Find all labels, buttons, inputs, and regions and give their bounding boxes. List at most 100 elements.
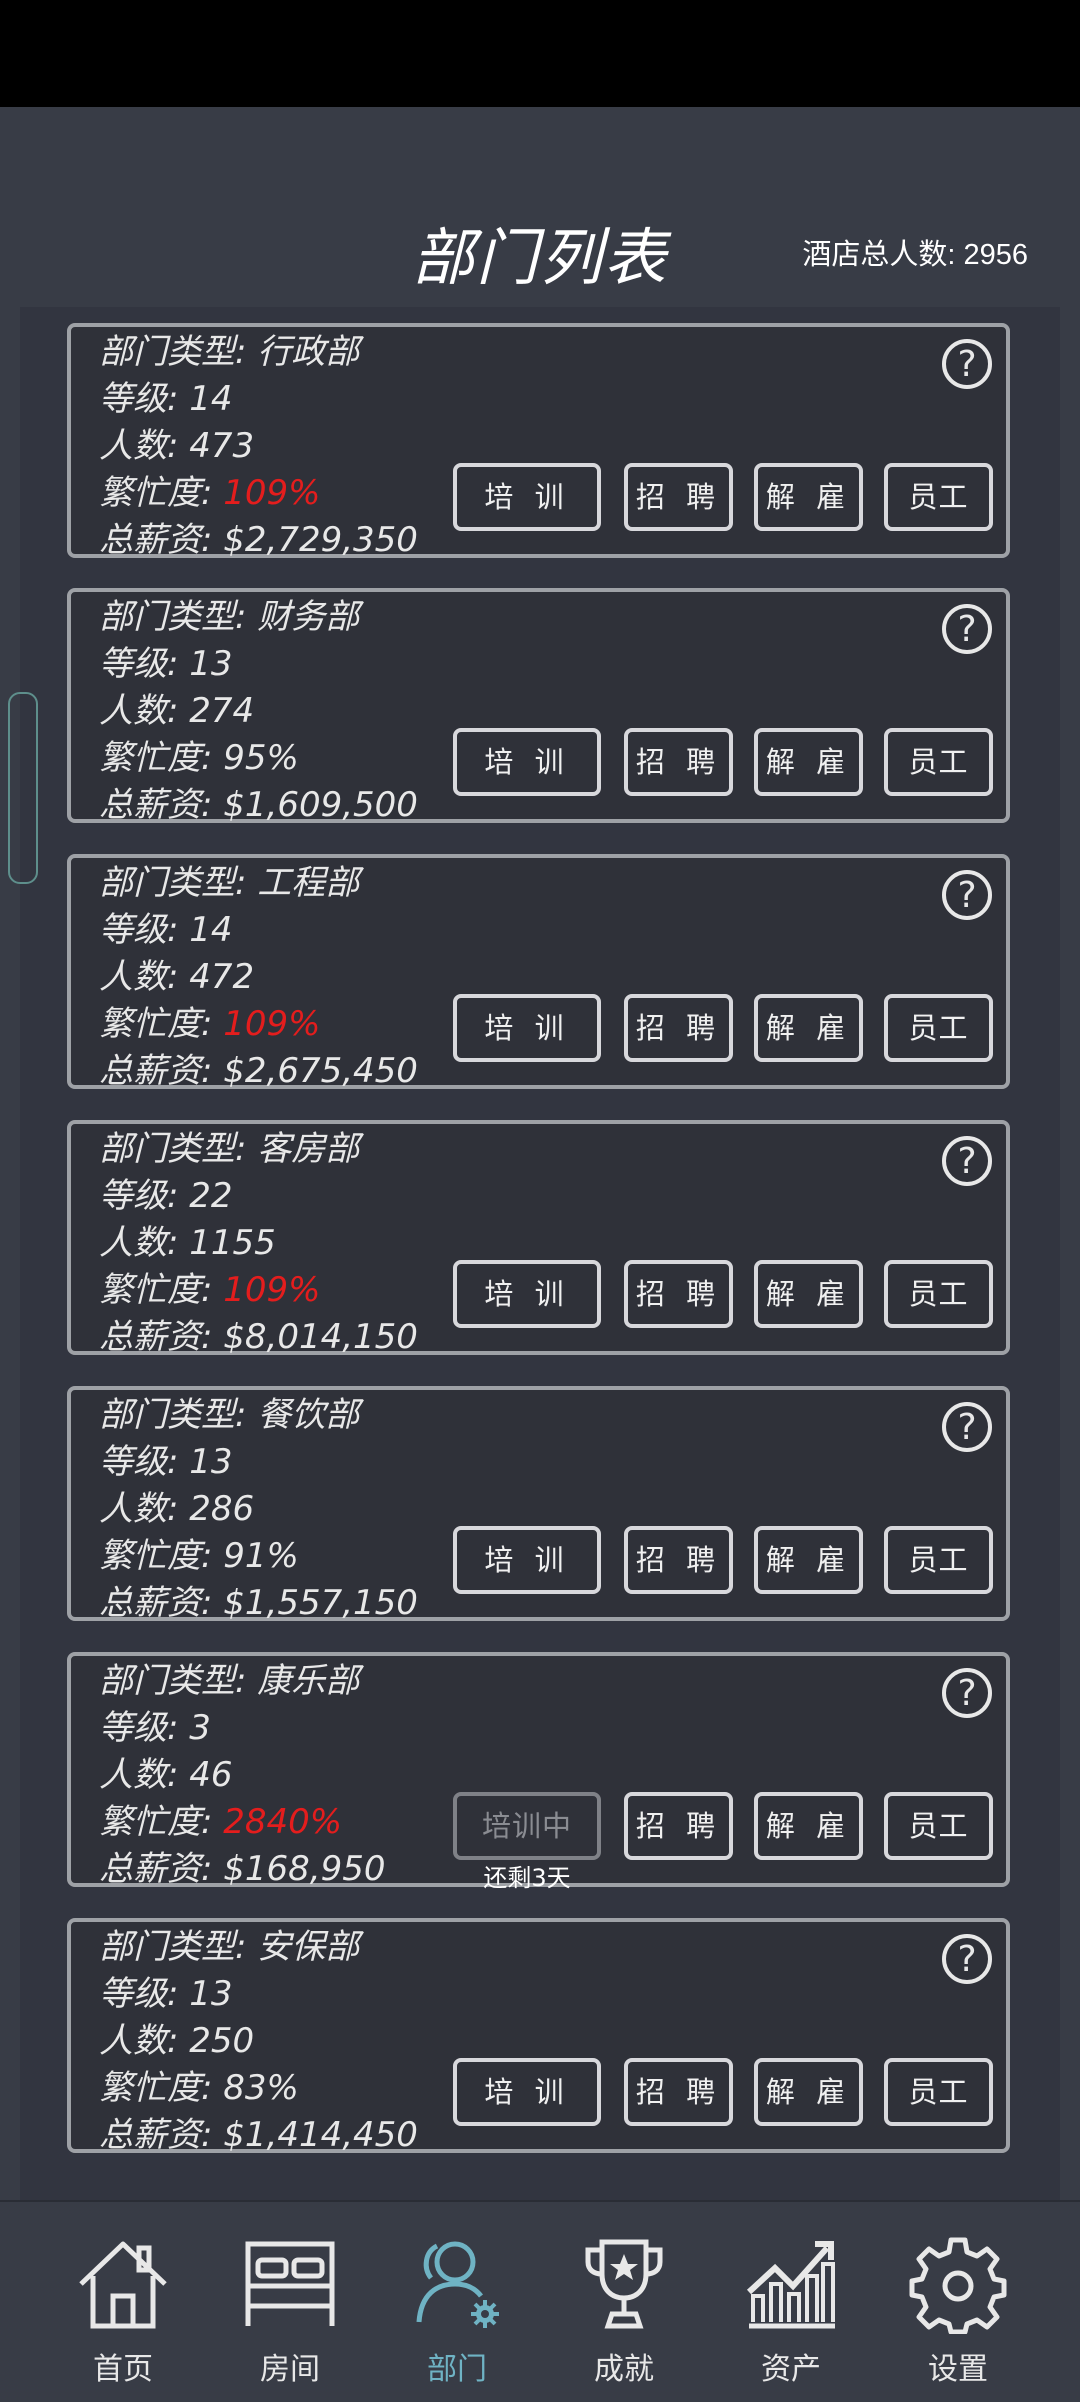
hire-button[interactable]: 招 聘: [624, 994, 733, 1062]
fire-button[interactable]: 解 雇: [754, 728, 863, 796]
department-info: 部门类型: 餐饮部 等级: 13 人数: 286 繁忙度: 91% 总薪资: $…: [99, 1392, 418, 1627]
staff-button[interactable]: 员工: [884, 1792, 993, 1860]
train-button[interactable]: 培 训: [453, 1526, 601, 1594]
busyness-label: 繁忙度:: [99, 1270, 224, 1310]
train-button[interactable]: 培 训: [453, 2058, 601, 2126]
department-busyness: 繁忙度: 95%: [99, 735, 418, 782]
fire-button[interactable]: 解 雇: [754, 463, 863, 531]
hire-button[interactable]: 招 聘: [624, 1792, 733, 1860]
tab-label: 成就: [594, 2352, 654, 2387]
tab-bar: 首页 房间 部门 成就 资产 设置: [0, 2200, 1080, 2402]
busyness-value: 83%: [223, 2068, 299, 2108]
busyness-label: 繁忙度:: [99, 738, 224, 778]
department-level: 等级: 3: [99, 1708, 211, 1748]
hotel-total-staff: 酒店总人数: 2956: [802, 239, 1028, 271]
tab-departments[interactable]: 部门: [374, 2202, 540, 2402]
tab-home[interactable]: 首页: [40, 2202, 206, 2402]
train-button[interactable]: 培 训: [453, 728, 601, 796]
train-button[interactable]: 培 训: [453, 1260, 601, 1328]
department-salary: 总薪资: $1,557,150: [99, 1583, 418, 1623]
tab-label: 部门: [427, 2352, 487, 2387]
help-icon[interactable]: ?: [942, 339, 992, 389]
staff-button[interactable]: 员工: [884, 994, 993, 1062]
hire-button[interactable]: 招 聘: [624, 2058, 733, 2126]
department-level: 等级: 14: [99, 910, 233, 950]
hire-button[interactable]: 招 聘: [624, 1260, 733, 1328]
department-type: 部门类型: 财务部: [99, 597, 360, 637]
staff-button[interactable]: 员工: [884, 463, 993, 531]
department-type: 部门类型: 工程部: [99, 863, 360, 903]
help-icon[interactable]: ?: [942, 604, 992, 654]
chart-icon: [746, 2241, 835, 2329]
department-info: 部门类型: 行政部 等级: 14 人数: 473 繁忙度: 109% 总薪资: …: [99, 329, 418, 564]
home-icon: [79, 2241, 167, 2329]
department-headcount: 人数: 1155: [99, 1223, 276, 1263]
hire-button[interactable]: 招 聘: [624, 1526, 733, 1594]
department-salary: 总薪资: $2,675,450: [99, 1051, 418, 1091]
department-info: 部门类型: 安保部 等级: 13 人数: 250 繁忙度: 83% 总薪资: $…: [99, 1924, 418, 2159]
tab-label: 房间: [260, 2352, 320, 2387]
tab-label: 设置: [928, 2352, 988, 2387]
department-info: 部门类型: 工程部 等级: 14 人数: 472 繁忙度: 109% 总薪资: …: [99, 860, 418, 1095]
help-icon[interactable]: ?: [942, 1402, 992, 1452]
department-busyness: 繁忙度: 91%: [99, 1533, 418, 1580]
department-busyness: 繁忙度: 83%: [99, 2065, 418, 2112]
department-info: 部门类型: 财务部 等级: 13 人数: 274 繁忙度: 95% 总薪资: $…: [99, 594, 418, 829]
fire-button[interactable]: 解 雇: [754, 2058, 863, 2126]
department-headcount: 人数: 286: [99, 1489, 255, 1529]
trophy-icon: [585, 2239, 663, 2329]
department-headcount: 人数: 473: [99, 426, 255, 466]
staff-button[interactable]: 员工: [884, 2058, 993, 2126]
busyness-value: 91%: [223, 1536, 299, 1576]
busyness-label: 繁忙度:: [99, 1536, 224, 1576]
fire-button[interactable]: 解 雇: [754, 1792, 863, 1860]
department-headcount: 人数: 46: [99, 1755, 233, 1795]
department-info: 部门类型: 客房部 等级: 22 人数: 1155 繁忙度: 109% 总薪资:…: [99, 1126, 418, 1361]
busyness-value: 2840%: [223, 1802, 343, 1842]
busyness-label: 繁忙度:: [99, 2068, 224, 2108]
fire-button[interactable]: 解 雇: [754, 1526, 863, 1594]
department-type: 部门类型: 康乐部: [99, 1661, 360, 1701]
side-drawer-handle[interactable]: [8, 692, 38, 884]
department-busyness: 繁忙度: 109%: [99, 1001, 418, 1048]
busyness-value: 109%: [223, 1004, 321, 1044]
department-salary: 总薪资: $1,609,500: [99, 785, 418, 825]
department-level: 等级: 13: [99, 1442, 233, 1482]
department-salary: 总薪资: $1,414,450: [99, 2115, 418, 2155]
help-icon[interactable]: ?: [942, 1668, 992, 1718]
tab-rooms[interactable]: 房间: [207, 2202, 373, 2402]
staff-gear-icon: [416, 2241, 499, 2328]
department-headcount: 人数: 250: [99, 2021, 255, 2061]
tab-assets[interactable]: 资产: [708, 2202, 874, 2402]
department-card: 部门类型: 安保部 等级: 13 人数: 250 繁忙度: 83% 总薪资: $…: [67, 1918, 1010, 2155]
department-card: 部门类型: 财务部 等级: 13 人数: 274 繁忙度: 95% 总薪资: $…: [67, 588, 1010, 825]
department-card: 部门类型: 行政部 等级: 14 人数: 473 繁忙度: 109% 总薪资: …: [67, 323, 1010, 560]
staff-button[interactable]: 员工: [884, 728, 993, 796]
department-type: 部门类型: 行政部: [99, 332, 360, 372]
help-icon[interactable]: ?: [942, 1136, 992, 1186]
hire-button[interactable]: 招 聘: [624, 728, 733, 796]
department-busyness: 繁忙度: 109%: [99, 1267, 418, 1314]
fire-button[interactable]: 解 雇: [754, 1260, 863, 1328]
train-button[interactable]: 培 训: [453, 463, 601, 531]
staff-button[interactable]: 员工: [884, 1526, 993, 1594]
department-level: 等级: 14: [99, 379, 233, 419]
bed-icon: [245, 2241, 335, 2326]
hire-button[interactable]: 招 聘: [624, 463, 733, 531]
tab-settings[interactable]: 设置: [875, 2202, 1041, 2402]
department-type: 部门类型: 餐饮部: [99, 1395, 360, 1435]
tab-label: 首页: [93, 2352, 153, 2387]
department-level: 等级: 13: [99, 644, 233, 684]
department-card: 部门类型: 客房部 等级: 22 人数: 1155 繁忙度: 109% 总薪资:…: [67, 1120, 1010, 1357]
tab-achievements[interactable]: 成就: [541, 2202, 707, 2402]
help-icon[interactable]: ?: [942, 1934, 992, 1984]
department-headcount: 人数: 274: [99, 691, 255, 731]
department-type: 部门类型: 安保部: [99, 1927, 360, 1967]
department-salary: 总薪资: $8,014,150: [99, 1317, 418, 1357]
train-button[interactable]: 培 训: [453, 994, 601, 1062]
department-info: 部门类型: 康乐部 等级: 3 人数: 46 繁忙度: 2840% 总薪资: $…: [99, 1658, 386, 1893]
fire-button[interactable]: 解 雇: [754, 994, 863, 1062]
help-icon[interactable]: ?: [942, 870, 992, 920]
busyness-value: 95%: [223, 738, 299, 778]
staff-button[interactable]: 员工: [884, 1260, 993, 1328]
